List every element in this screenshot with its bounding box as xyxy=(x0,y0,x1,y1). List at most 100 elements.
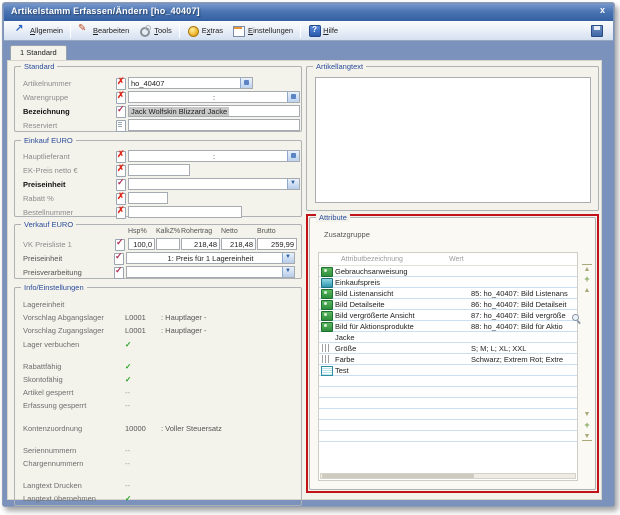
attribute-row[interactable]: Bild Detailseite86: ho_40407: Bild Detai… xyxy=(319,299,577,310)
attribute-type-icon xyxy=(319,366,335,375)
info-row: Rabattfähig✓ xyxy=(15,360,301,373)
column-header: Netto xyxy=(221,228,256,237)
group-caption: Info/Einstellungen xyxy=(21,283,87,292)
hauptlieferant-field[interactable]: : xyxy=(128,150,300,162)
attribute-row-empty[interactable] xyxy=(319,431,577,442)
attribute-row[interactable]: Bild für Aktionsprodukte88: ho_40407: Bi… xyxy=(319,321,577,332)
bezeichnung-field[interactable]: Jack Wolfskin Blizzard Jacke xyxy=(128,105,300,117)
search-icon[interactable] xyxy=(572,314,581,323)
help-icon xyxy=(308,25,320,36)
form-row: Warengruppe : xyxy=(15,90,301,104)
menu-tools[interactable]: Tools xyxy=(134,23,177,39)
column-header-value: Wert xyxy=(447,256,464,263)
arrow-up-right-icon xyxy=(15,25,27,36)
attribute-row[interactable]: GrößeS; M; L; XL; XXL xyxy=(319,343,577,354)
attribute-row[interactable]: Bild Listenansicht85: ho_40407: Bild Lis… xyxy=(319,288,577,299)
tab-standard[interactable]: 1 Standard xyxy=(10,45,67,60)
group-caption: Einkauf EURO xyxy=(21,136,76,145)
field-status-icon xyxy=(115,78,128,89)
field-label: VK Preisliste 1 xyxy=(23,240,113,249)
attribute-row-empty[interactable] xyxy=(319,376,577,387)
scroll-down-icon[interactable]: ▼ xyxy=(582,410,592,419)
field-status-icon xyxy=(115,120,128,131)
form-row: Rabatt % xyxy=(15,191,301,205)
scrollbar-thumb[interactable] xyxy=(322,474,474,478)
lookup-button[interactable] xyxy=(287,151,299,161)
artikelnummer-field[interactable]: ho_40407 xyxy=(128,77,253,89)
attribute-row-empty[interactable] xyxy=(319,409,577,420)
attribute-row-empty[interactable] xyxy=(319,420,577,431)
attribute-row[interactable]: Bild vergrößerte Ansicht87: ho_40407: Bi… xyxy=(319,310,577,321)
menu-allgemein[interactable]: Allgemein xyxy=(10,23,68,39)
tools-icon xyxy=(139,25,151,36)
menu-einstellungen[interactable]: Einstellungen xyxy=(228,23,298,39)
ek-preis-field[interactable] xyxy=(128,164,190,176)
field-label: Preiseinheit xyxy=(23,254,113,263)
attribute-row[interactable]: Gebrauchsanweisung xyxy=(319,266,577,277)
add-row-icon[interactable]: + xyxy=(582,275,592,284)
field-label: Preiseinheit xyxy=(23,180,115,189)
netto-field[interactable]: 218,48 xyxy=(221,238,256,250)
close-icon[interactable]: x xyxy=(600,5,605,15)
brutto-field[interactable]: 259,99 xyxy=(257,238,297,250)
menu-extras[interactable]: Extras xyxy=(182,23,228,39)
chevron-down-icon[interactable] xyxy=(287,179,299,189)
form-row: Bestellnummer xyxy=(15,205,301,219)
column-header: KalkZ% xyxy=(156,228,180,237)
group-caption: Verkauf EURO xyxy=(21,220,76,229)
scroll-up-icon[interactable]: ▲ xyxy=(582,286,592,295)
langtext-textarea[interactable] xyxy=(315,77,591,203)
form-row: Preiseinheit xyxy=(15,177,301,191)
save-icon[interactable] xyxy=(591,25,603,37)
info-row: Langtext Drucken-- xyxy=(15,479,301,492)
group-caption: Standard xyxy=(21,62,57,71)
add-row-icon[interactable]: + xyxy=(582,421,592,430)
menu-bearbeiten[interactable]: Bearbeiten xyxy=(73,23,134,39)
reserviert-field[interactable] xyxy=(128,119,300,131)
preiseinheit-vk-dropdown[interactable]: 1: Preis für 1 Lagereinheit xyxy=(126,252,295,264)
bestellnummer-field[interactable] xyxy=(128,206,242,218)
menu-label: Einstellungen xyxy=(248,26,293,35)
attribute-row[interactable]: Jacke xyxy=(319,332,577,343)
menu-hilfe[interactable]: Hilfe xyxy=(303,23,343,39)
form-row: Artikelnummer ho_40407 xyxy=(15,76,301,90)
hsp-field[interactable]: 100,0 xyxy=(128,238,155,250)
attribute-row[interactable]: FarbeSchwarz; Extrem Rot; Extre xyxy=(319,354,577,365)
chevron-down-icon[interactable] xyxy=(282,267,294,277)
attribute-row-empty[interactable] xyxy=(319,387,577,398)
field-label: Artikelnummer xyxy=(23,79,115,88)
menubar: Allgemein Bearbeiten Tools Extras Einste… xyxy=(4,21,613,41)
zusatzgruppe-label: Zusatzgruppe xyxy=(324,230,370,239)
preisverarbeitung-dropdown[interactable] xyxy=(126,266,295,278)
field-status-icon xyxy=(113,253,126,264)
scroll-to-bottom-icon[interactable]: ▼ xyxy=(582,432,592,441)
menu-label: Bearbeiten xyxy=(93,26,129,35)
warengruppe-field[interactable]: : xyxy=(128,91,300,103)
menu-separator xyxy=(300,24,301,38)
menu-label: Allgemein xyxy=(30,26,63,35)
info-row: Seriennummern-- xyxy=(15,444,301,457)
column-header: Hsp% xyxy=(128,228,155,237)
field-status-icon xyxy=(113,267,126,278)
attribute-row[interactable]: Einkaufspreis xyxy=(319,277,577,288)
settings-icon xyxy=(233,25,245,36)
info-row: Kontenzuordnung10000: Voller Steuersatz xyxy=(15,422,301,435)
attribute-row-empty[interactable] xyxy=(319,398,577,409)
titlebar[interactable]: Artikelstamm Erfassen/Ändern [ho_40407] … xyxy=(4,4,613,21)
horizontal-scrollbar[interactable] xyxy=(320,473,576,479)
column-header-name: Attributbezeichnung xyxy=(319,256,447,263)
attribute-row[interactable]: Test xyxy=(319,365,577,376)
field-label: EK-Preis netto € xyxy=(23,166,115,175)
scroll-to-top-icon[interactable]: ▲ xyxy=(582,264,592,273)
lookup-button[interactable] xyxy=(240,78,252,88)
rabatt-field[interactable] xyxy=(128,192,168,204)
chevron-down-icon[interactable] xyxy=(282,253,294,263)
preiseinheit-ek-dropdown[interactable] xyxy=(128,178,300,190)
info-row: Lagereinheit xyxy=(15,298,301,311)
right-column: Artikellangtext Attribute Zusatzgruppe A… xyxy=(306,61,600,499)
lookup-button[interactable] xyxy=(287,92,299,102)
field-status-icon xyxy=(115,193,128,204)
rohertrag-field[interactable]: 218,48 xyxy=(181,238,220,250)
extras-icon xyxy=(187,25,199,36)
kalkz-field[interactable] xyxy=(156,238,180,250)
